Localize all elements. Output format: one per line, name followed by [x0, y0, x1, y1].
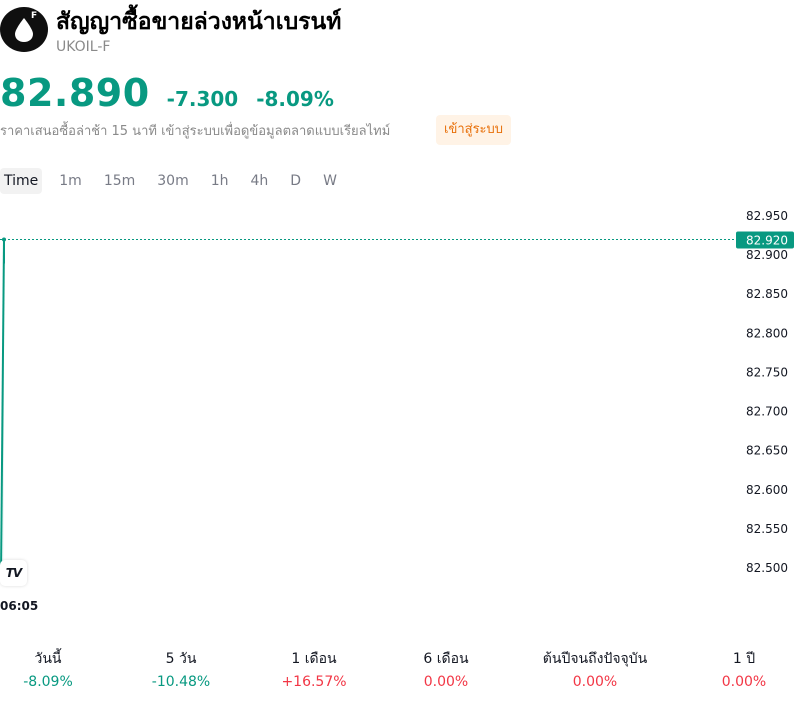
- performance-row: วันนี้ -8.09% 5 วัน -10.48% 1 เดือน +16.57% 6 …: [0, 648, 800, 696]
- tab-w[interactable]: W: [312, 168, 348, 194]
- y-axis-tick-label: 82.700: [746, 405, 788, 419]
- logo-badge: F: [31, 11, 38, 21]
- y-axis-tick-label: 82.650: [746, 444, 788, 458]
- y-axis-tick-label: 82.750: [746, 365, 788, 379]
- performance-period-label: 1 เดือน: [291, 651, 337, 667]
- price-change-percent: -8.09%: [256, 87, 334, 111]
- performance-period-label: 5 วัน: [165, 651, 197, 667]
- tab-30m[interactable]: 30m: [146, 168, 199, 194]
- page-title: สัญญาซื้อขายล่วงหน้าเบรนท์: [56, 9, 342, 35]
- price-row: 82.890 -7.300 -8.09%: [0, 71, 334, 115]
- tab-15m[interactable]: 15m: [93, 168, 146, 194]
- performance-value: -8.09%: [23, 674, 73, 690]
- y-axis-tick-label: 82.500: [746, 561, 788, 575]
- ticker-symbol: UKOIL-F: [56, 39, 111, 55]
- performance-period-label: 1 ปี: [732, 651, 756, 667]
- performance-value: +16.57%: [281, 674, 347, 690]
- performance-value: 0.00%: [721, 674, 767, 690]
- price-change: -7.300: [166, 87, 239, 111]
- tab-1m[interactable]: 1m: [48, 168, 93, 194]
- performance-item[interactable]: ต้นปีจนถึงปัจจุบัน 0.00%: [543, 648, 647, 693]
- tab-time[interactable]: Time: [0, 168, 43, 194]
- interval-tabs: Time 1m 15m 30m 1h 4h D W: [0, 168, 348, 194]
- performance-period-label: 6 เดือน: [423, 651, 469, 667]
- tab-4h[interactable]: 4h: [240, 168, 280, 194]
- tradingview-logo-icon[interactable]: TV: [0, 560, 27, 586]
- last-price-label: 82.920: [746, 233, 788, 247]
- oil-drop-icon: F: [0, 7, 48, 52]
- performance-value: 0.00%: [423, 674, 469, 690]
- performance-item[interactable]: วันนี้ -8.09%: [23, 648, 73, 693]
- login-button[interactable]: เข้าสู่ระบบ: [436, 115, 512, 145]
- performance-period-label: วันนี้: [34, 651, 62, 667]
- performance-item[interactable]: 5 วัน -10.48%: [152, 648, 210, 693]
- y-axis-tick-label: 82.800: [746, 326, 788, 340]
- performance-value: 0.00%: [572, 674, 618, 690]
- y-axis-tick-label: 82.550: [746, 522, 788, 536]
- performance-period-label: ต้นปีจนถึงปัจจุบัน: [542, 651, 648, 667]
- performance-item[interactable]: 1 ปี 0.00%: [722, 648, 766, 693]
- current-price: 82.890: [0, 71, 150, 115]
- performance-item[interactable]: 1 เดือน +16.57%: [281, 648, 346, 693]
- time-axis-label: 06:05: [0, 599, 39, 613]
- y-axis-tick-label: 82.850: [746, 287, 788, 301]
- delay-notice: ราคาเสนอซื้อล่าช้า 15 นาที เข้าสู่ระบบเพ…: [0, 124, 391, 139]
- price-chart[interactable]: 82.950 82.900 82.850 82.800 82.750 82.700 82.6…: [0, 200, 800, 620]
- y-axis-tick-label: 82.600: [746, 483, 788, 497]
- performance-item[interactable]: 6 เดือน 0.00%: [423, 648, 468, 693]
- y-axis-tick-label: 82.950: [746, 209, 788, 223]
- performance-value: -10.48%: [151, 674, 211, 690]
- tab-1h[interactable]: 1h: [200, 168, 240, 194]
- y-axis-tick-label: 82.900: [746, 248, 788, 262]
- tab-d[interactable]: D: [279, 168, 312, 194]
